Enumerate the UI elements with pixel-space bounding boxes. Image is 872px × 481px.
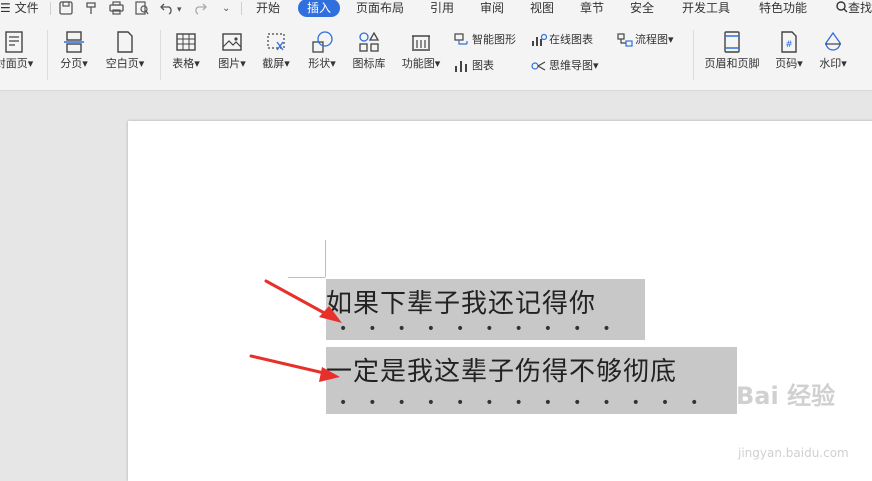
smart-graphic-icon (454, 33, 468, 45)
page-number-icon: # (781, 31, 797, 53)
flowchart-button[interactable]: 流程图▾ (617, 33, 674, 47)
online-chart-icon (532, 33, 548, 46)
header-footer-icon (724, 31, 740, 53)
page-number-button[interactable]: # 页码▾ (770, 30, 808, 70)
margin-corner-mark (325, 240, 326, 277)
search-button[interactable]: 查找 (836, 0, 872, 16)
cover-page-label: 封面页 (0, 57, 28, 70)
tab-security[interactable]: 安全 (630, 0, 654, 16)
watermark-label: 水印 (819, 57, 842, 70)
customize-chevron-icon[interactable]: ⌄ (222, 2, 230, 16)
smart-graphic-button[interactable]: 智能图形 (454, 33, 516, 47)
menu-bar: ☰ 文件 ▾ ⌄ 开始 插入 页面布局 引用 审阅 视图 章节 安全 开发工具 … (0, 0, 872, 20)
table-button[interactable]: 表格▾ (167, 30, 205, 70)
function-chart-label: 功能图 (401, 57, 435, 70)
tab-references[interactable]: 引用 (430, 0, 454, 16)
file-menu[interactable]: ☰ 文件 (0, 0, 39, 16)
mind-map-dropdown-icon: ▾ (593, 59, 599, 72)
mind-map-label: 思维导图 (549, 59, 593, 72)
watermark-icon (825, 31, 841, 51)
selected-text-line[interactable]: 一定是我这辈子伤得不够彻底 ••••••••••••• (326, 347, 737, 414)
search-icon (836, 1, 848, 13)
divider (241, 2, 242, 15)
icon-library-label: 图标库 (352, 57, 386, 70)
smart-graphic-label: 智能图形 (472, 33, 516, 46)
format-painter-icon[interactable] (84, 1, 98, 19)
icon-library-icon (359, 31, 380, 52)
divider (693, 30, 694, 80)
text-line-1: 如果下辈子我还记得你 (326, 289, 597, 319)
mind-map-button[interactable]: 思维导图▾ (531, 59, 599, 73)
function-chart-icon (412, 35, 430, 51)
flowchart-dropdown-icon: ▾ (668, 33, 674, 46)
tab-view[interactable]: 视图 (530, 0, 554, 16)
function-chart-button[interactable]: 功能图▾ (396, 30, 446, 70)
divider (47, 30, 48, 80)
emphasis-dots: ••••••••••••• (339, 395, 720, 411)
screenshot-icon (267, 33, 285, 51)
text-line-2: 一定是我这辈子伤得不够彻底 (326, 357, 678, 387)
tab-insert[interactable]: 插入 (298, 0, 340, 17)
blank-page-button[interactable]: 空白页▾ (100, 30, 150, 70)
page-break-icon (64, 31, 84, 53)
page-break-label: 分页 (60, 57, 83, 70)
header-footer-label: 页眉和页脚 (704, 57, 760, 70)
watermark-button[interactable]: 水印▾ (814, 30, 852, 70)
shapes-button[interactable]: 形状▾ (302, 30, 342, 70)
page-number-label: 页码 (775, 57, 798, 70)
header-footer-button[interactable]: 页眉和页脚 (700, 30, 764, 70)
tab-special-features[interactable]: 特色功能 (759, 0, 807, 16)
picture-button[interactable]: 图片▾ (212, 30, 252, 70)
undo-icon[interactable] (160, 1, 174, 19)
chart-icon (455, 61, 467, 72)
shapes-icon (312, 31, 333, 53)
emphasis-dots: •••••••••• (339, 321, 632, 337)
print-preview-icon[interactable] (135, 1, 149, 19)
selected-text-line[interactable]: 如果下辈子我还记得你 •••••••••• (326, 279, 645, 340)
baidu-watermark-url: jingyan.baidu.com (738, 446, 849, 460)
table-label: 表格 (172, 57, 195, 70)
redo-icon[interactable] (193, 1, 207, 19)
screenshot-button[interactable]: 截屏▾ (256, 30, 296, 70)
cover-page-icon (5, 31, 23, 53)
divider (50, 2, 51, 15)
cover-page-button[interactable]: 封面页▾ (0, 30, 38, 70)
shapes-label: 形状 (308, 57, 331, 70)
undo-dropdown-icon[interactable]: ▾ (177, 3, 182, 17)
search-label: 查找 (848, 1, 872, 15)
icon-library-button[interactable]: 图标库 (348, 30, 390, 70)
chart-button[interactable]: 图表 (454, 59, 494, 73)
online-chart-label: 在线图表 (549, 33, 593, 46)
red-arrow-annotation (264, 279, 342, 323)
page-break-button[interactable]: 分页▾ (54, 30, 94, 70)
baidu-watermark-logo: Bai 经验 (736, 382, 836, 410)
blank-page-icon (117, 31, 133, 53)
chart-label: 图表 (472, 59, 494, 72)
save-icon[interactable] (59, 1, 73, 19)
tab-start[interactable]: 开始 (256, 0, 280, 16)
mind-map-icon (531, 61, 546, 71)
blank-page-label: 空白页 (105, 57, 139, 70)
tab-developer[interactable]: 开发工具 (682, 0, 730, 16)
svg-text:#: # (785, 40, 793, 50)
online-chart-button[interactable]: 在线图表 (531, 33, 593, 47)
tab-page-layout[interactable]: 页面布局 (356, 0, 404, 16)
table-icon (176, 33, 196, 51)
red-arrow-annotation (249, 354, 340, 382)
screenshot-label: 截屏 (262, 57, 285, 70)
divider (160, 30, 161, 80)
picture-label: 图片 (218, 57, 241, 70)
flowchart-icon (617, 33, 633, 47)
tab-review[interactable]: 审阅 (480, 0, 504, 16)
ribbon-toolbar: 封面页▾ 分页▾ 空白页▾ 表格▾ 图片▾ 截屏▾ 形状▾ 图标库 功能图▾ 智… (0, 20, 872, 91)
picture-icon (222, 33, 242, 51)
flowchart-label: 流程图 (635, 33, 668, 46)
tab-section[interactable]: 章节 (580, 0, 604, 16)
print-icon[interactable] (109, 1, 124, 19)
